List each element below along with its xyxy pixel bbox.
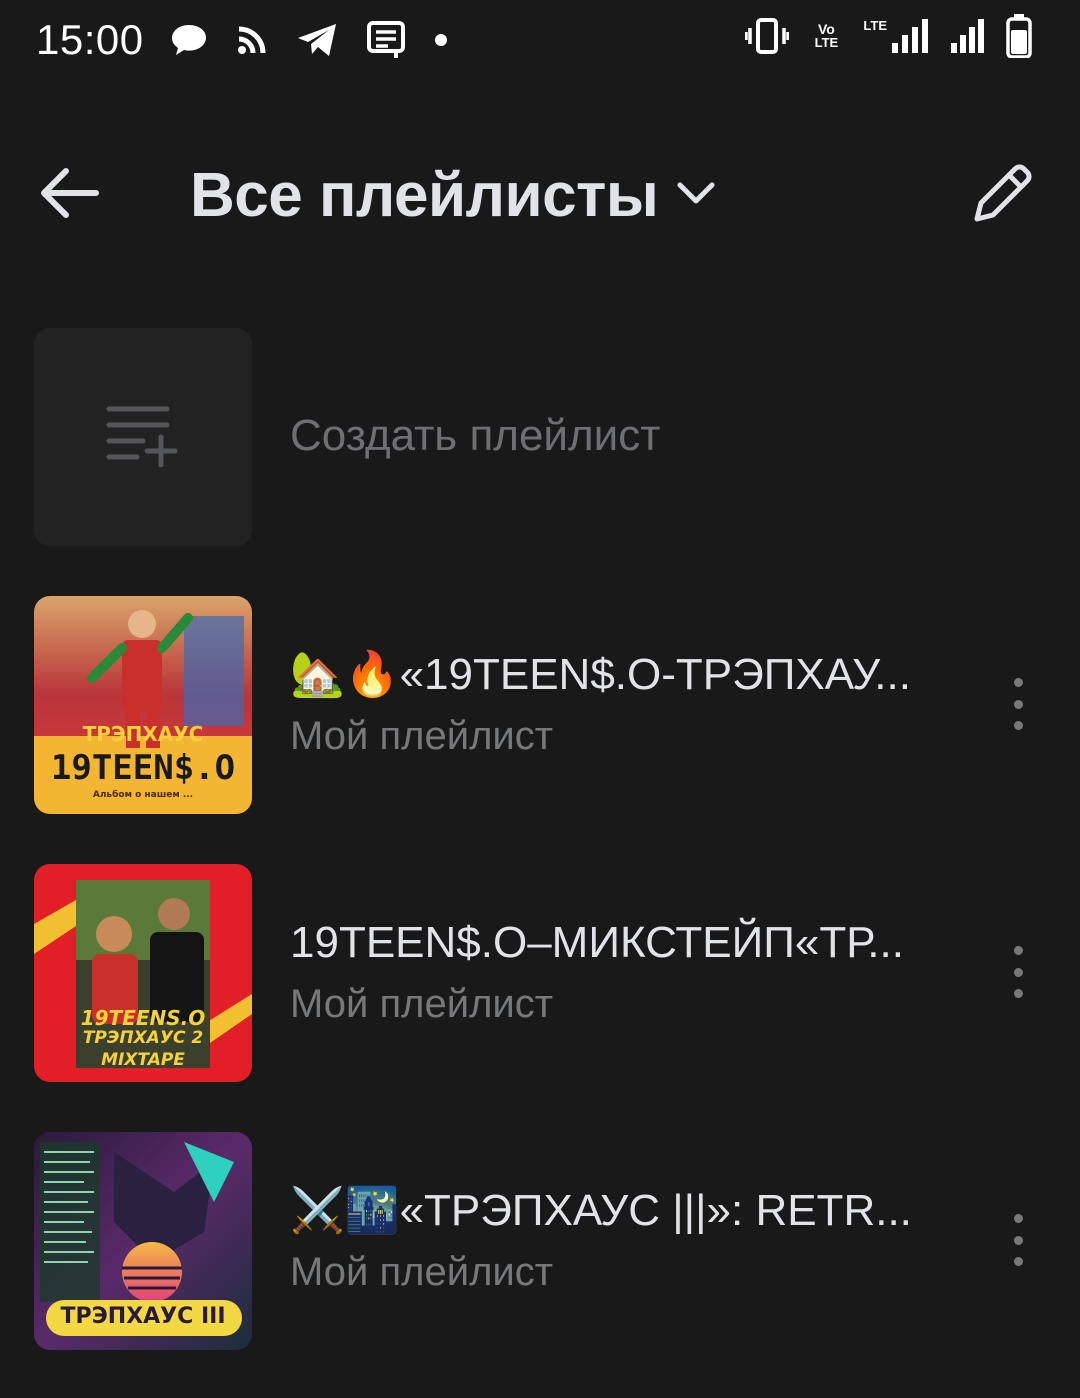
playlist-title: ⚔️🌃«ТРЭПХАУС |||»: RETR... <box>290 1186 912 1235</box>
create-playlist-row[interactable]: Создать плейлист <box>0 326 1080 594</box>
signal-icon <box>950 19 986 53</box>
playlist-cover: 19TEENS.O ТРЭПХАУС 2 MIXTAPE <box>34 864 252 1082</box>
playlist-subtitle: Мой плейлист <box>290 982 554 1026</box>
cover-caption-main: 19TEEN$.O <box>50 748 236 788</box>
status-bar: 15:00 Vo LTE LTE <box>0 0 1080 80</box>
playlist-cover: ТРЭПХАУС III <box>34 1132 252 1350</box>
playlist-filter-dropdown[interactable]: Все плейлисты <box>190 140 716 250</box>
more-vertical-icon <box>1013 678 1023 687</box>
chevron-down-icon <box>676 181 716 210</box>
playlist-item[interactable]: ТРЭПХАУС III ⚔️🌃«ТРЭПХАУС |||»: RETR... … <box>0 1130 1080 1398</box>
create-playlist-label: Создать плейлист <box>290 411 661 460</box>
lte-signal-icon: LTE <box>863 19 930 53</box>
pencil-icon <box>967 159 1037 234</box>
battery-icon <box>1006 14 1032 58</box>
cover-caption-bottom: MIXTAPE <box>101 1050 185 1070</box>
cover-caption-small: Альбом о нашем ... <box>92 790 194 800</box>
chat-bubble-icon <box>170 23 208 57</box>
playlist-title: 19TEEN$.O–МИКСТЕЙП«ТР... <box>290 918 904 967</box>
more-options-button[interactable] <box>1006 678 1030 730</box>
more-vertical-icon <box>1013 1214 1023 1223</box>
rss-icon <box>236 24 268 56</box>
cover-caption-mid: ТРЭПХАУС 2 <box>82 1028 204 1048</box>
playlist-subtitle: Мой плейлист <box>290 714 554 758</box>
playlist-title: 🏡🔥«19TEEN$.O-ТРЭПХАУ... <box>290 650 911 699</box>
cover-caption-top: ТРЭПХАУС <box>82 722 204 746</box>
edit-button[interactable] <box>964 158 1040 234</box>
cover-caption-main: 19TEENS.O <box>80 1006 206 1030</box>
cover-caption-main: ТРЭПХАУС III <box>60 1304 226 1329</box>
telegram-icon <box>296 22 338 58</box>
page-title: Все плейлисты <box>190 160 659 230</box>
app-header: Все плейлисты <box>0 140 1080 250</box>
create-playlist-thumb <box>34 328 252 546</box>
dot-icon <box>434 33 448 47</box>
playlist-add-icon <box>105 403 181 472</box>
back-button[interactable] <box>36 162 102 228</box>
status-system-icons: Vo LTE LTE <box>745 14 1032 58</box>
status-notification-icons <box>170 20 448 60</box>
more-vertical-icon <box>1013 946 1023 955</box>
playlist-cover: ТРЭПХАУС 19TEEN$.O Альбом о нашем ... <box>34 596 252 814</box>
playlist-item[interactable]: 19TEENS.O ТРЭПХАУС 2 MIXTAPE 19TEEN$.O–М… <box>0 862 1080 1130</box>
status-time: 15:00 <box>36 16 144 63</box>
playlist-subtitle: Мой плейлист <box>290 1250 554 1294</box>
volte-icon: Vo LTE <box>814 21 839 50</box>
more-options-button[interactable] <box>1006 1214 1030 1266</box>
vibrate-icon <box>745 16 790 56</box>
arrow-left-icon <box>38 167 100 224</box>
playlist-list: Создать плейлист ТРЭПХАУС 19TEEN$.O Альб… <box>0 326 1080 1398</box>
playlist-item[interactable]: ТРЭПХАУС 19TEEN$.O Альбом о нашем ... 🏡🔥… <box>0 594 1080 862</box>
message-icon <box>366 20 406 60</box>
more-options-button[interactable] <box>1006 946 1030 998</box>
